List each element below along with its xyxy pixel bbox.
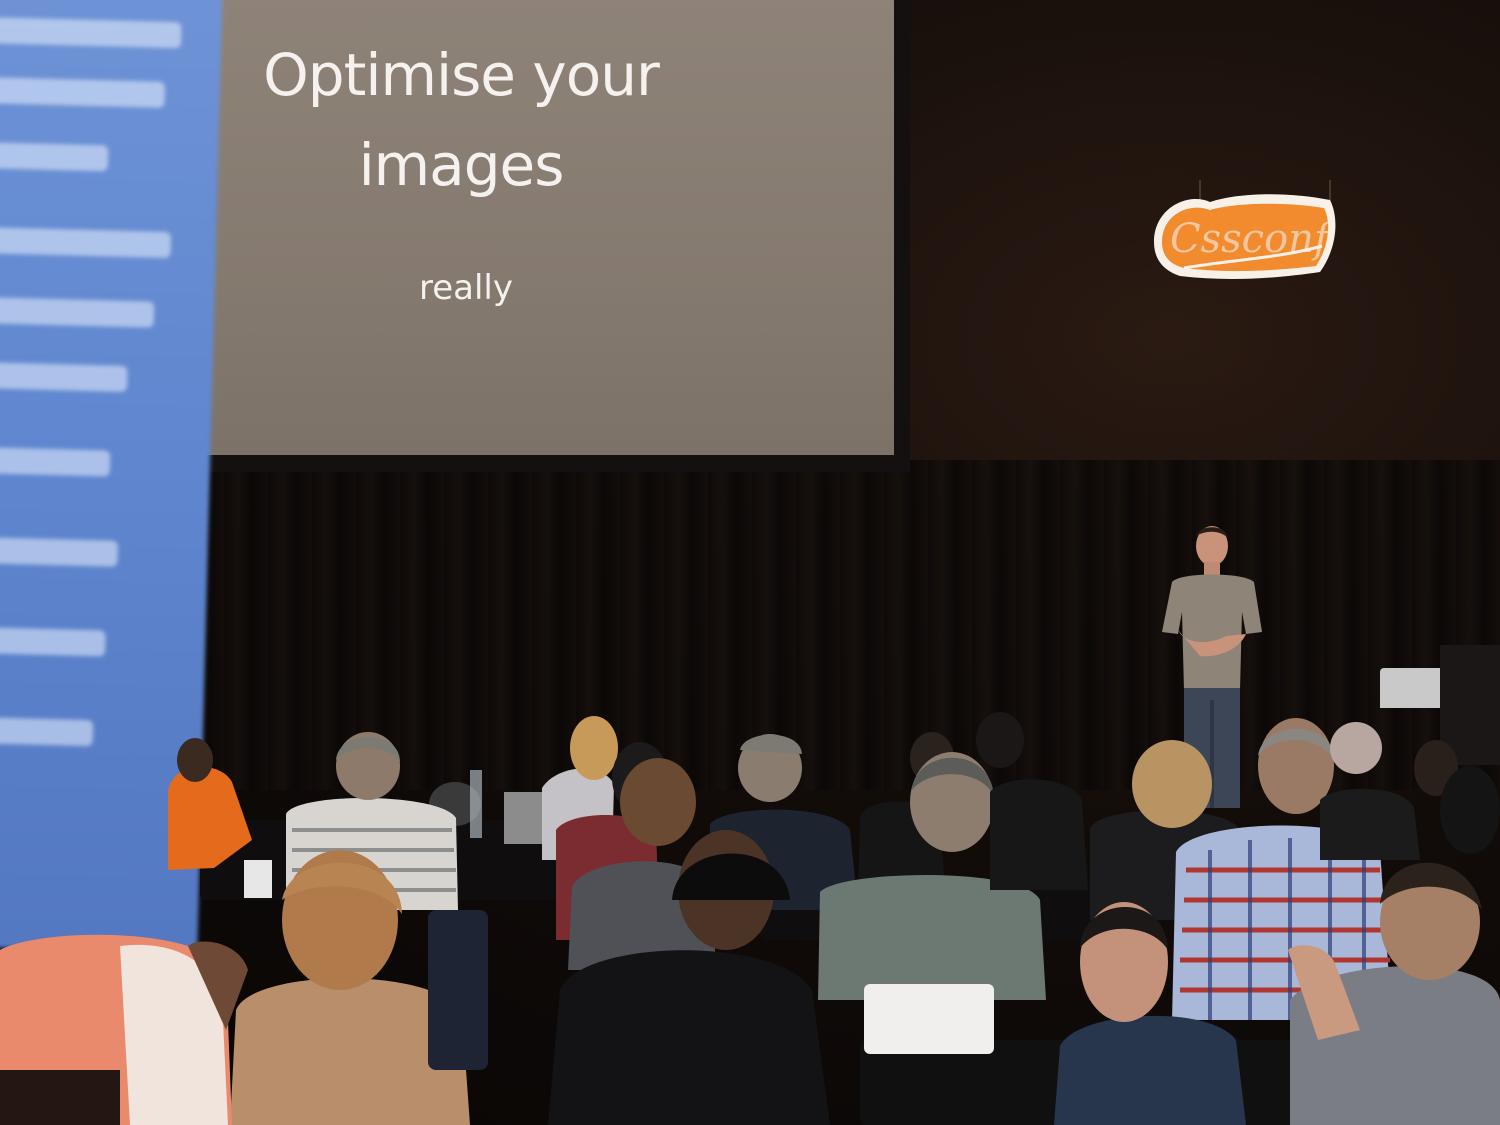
conference-scene: Optimise your images really Cssconf (0, 0, 1500, 1125)
cssconf-logo: Cssconf (1154, 180, 1336, 279)
slide-subtitle: really (419, 268, 513, 308)
slide-title: Optimise your images (196, 30, 726, 210)
audience (0, 712, 1500, 1125)
projector-screen: Optimise your images really (196, 0, 894, 455)
slide-title-line-1: Optimise your (263, 41, 660, 109)
slide-title-line-2: images (358, 131, 565, 199)
svg-text:Cssconf: Cssconf (1170, 216, 1335, 262)
